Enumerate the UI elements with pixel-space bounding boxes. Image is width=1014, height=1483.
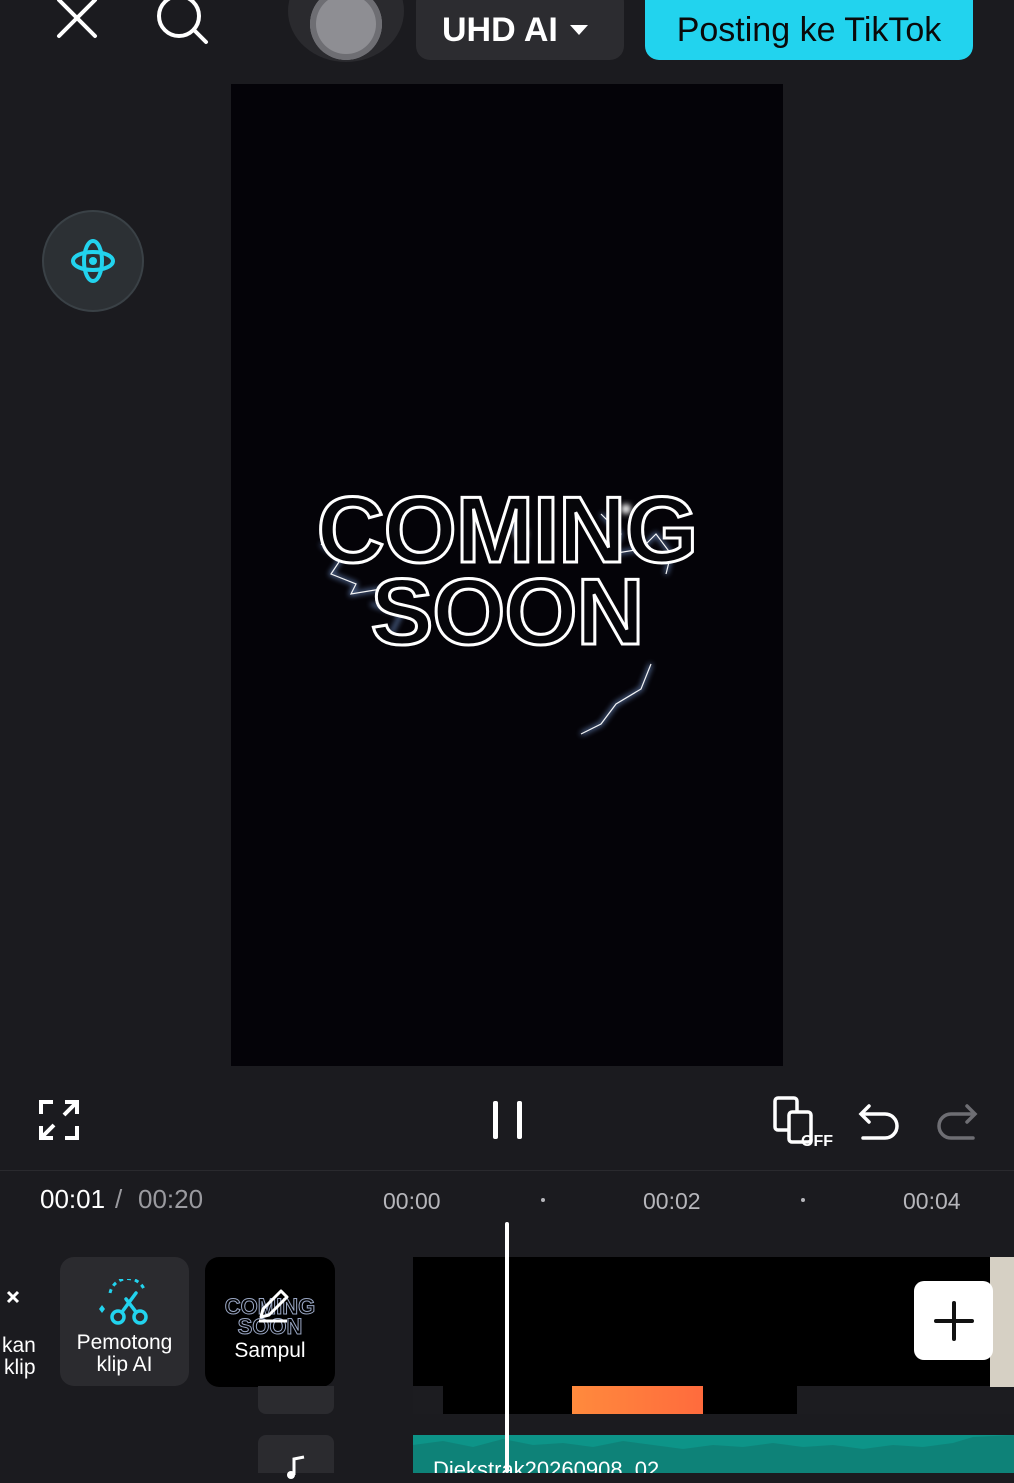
ai-scissors-icon bbox=[99, 1279, 148, 1325]
fullscreen-button[interactable] bbox=[36, 1097, 82, 1143]
current-time: 00:01 bbox=[40, 1184, 106, 1214]
next-clip-thumbnail[interactable] bbox=[990, 1257, 1014, 1387]
ruler-tick: 00:04 bbox=[903, 1188, 961, 1214]
ruler-tick: 00:02 bbox=[643, 1188, 701, 1214]
plus-icon bbox=[933, 1300, 974, 1341]
playback-controls: OFF bbox=[0, 1085, 1014, 1155]
top-bar: UHD AI Posting ke TikTok bbox=[0, 0, 1014, 70]
ai-cutter-label-2: klip AI bbox=[96, 1353, 153, 1376]
ruler-dot bbox=[541, 1198, 545, 1202]
orbit-icon bbox=[71, 239, 115, 283]
ai-clip-cutter-button[interactable]: Pemotong klip AI bbox=[60, 1257, 189, 1386]
pause-icon bbox=[493, 1101, 522, 1139]
keyframe-state: OFF bbox=[801, 1133, 833, 1148]
redo-button[interactable] bbox=[934, 1097, 980, 1143]
add-clip-button[interactable] bbox=[914, 1281, 993, 1360]
keyframe-toggle[interactable]: OFF bbox=[770, 1093, 834, 1149]
fullscreen-icon bbox=[39, 1100, 79, 1140]
divider bbox=[0, 1170, 1014, 1171]
partial-label-2: klip bbox=[4, 1356, 36, 1379]
keyframe-off-icon: OFF bbox=[773, 1096, 833, 1148]
search-icon bbox=[157, 0, 208, 44]
close-small-icon bbox=[6, 1290, 20, 1304]
ruler-dot bbox=[801, 1198, 805, 1202]
close-icon bbox=[57, 0, 97, 38]
record-button[interactable] bbox=[288, 0, 404, 62]
total-time: 00:20 bbox=[138, 1184, 204, 1214]
track-side-control[interactable] bbox=[258, 1386, 334, 1414]
close-button[interactable] bbox=[52, 0, 102, 42]
record-icon bbox=[310, 0, 382, 60]
redo-icon bbox=[937, 1104, 978, 1140]
music-note-icon bbox=[287, 1455, 305, 1479]
pause-button[interactable] bbox=[482, 1097, 532, 1143]
partial-tool[interactable]: kan klip bbox=[0, 1282, 48, 1382]
audio-track[interactable]: Diekstrak20260908_02 bbox=[413, 1435, 1014, 1473]
playhead[interactable] bbox=[505, 1222, 509, 1473]
title-text-line2: SOON bbox=[369, 558, 646, 666]
quality-dropdown[interactable]: UHD AI bbox=[416, 0, 624, 60]
cover-label: Sampul bbox=[234, 1339, 306, 1362]
search-button[interactable] bbox=[152, 0, 212, 46]
undo-button[interactable] bbox=[856, 1097, 902, 1143]
effect-clip[interactable] bbox=[572, 1386, 703, 1414]
audio-track-label: Diekstrak20260908_02 bbox=[433, 1457, 660, 1473]
chevron-down-icon bbox=[569, 25, 588, 35]
audio-track-control[interactable] bbox=[258, 1435, 334, 1479]
post-button-label: Posting ke TikTok bbox=[676, 10, 942, 49]
edit-pencil-icon bbox=[259, 1289, 289, 1323]
video-preview[interactable]: COMING SOON bbox=[231, 84, 783, 1066]
ai-assistant-button[interactable] bbox=[42, 210, 144, 312]
ai-cutter-label-1: Pemotong bbox=[76, 1331, 173, 1354]
post-to-tiktok-button[interactable]: Posting ke TikTok bbox=[645, 0, 973, 60]
partial-label-1: kan bbox=[2, 1334, 36, 1357]
ruler-tick: 00:00 bbox=[383, 1188, 441, 1214]
undo-icon bbox=[858, 1104, 899, 1140]
quality-label: UHD AI bbox=[442, 10, 558, 49]
cover-button[interactable]: COMING SOON Sampul bbox=[205, 1257, 335, 1387]
time-separator: / bbox=[115, 1184, 123, 1214]
